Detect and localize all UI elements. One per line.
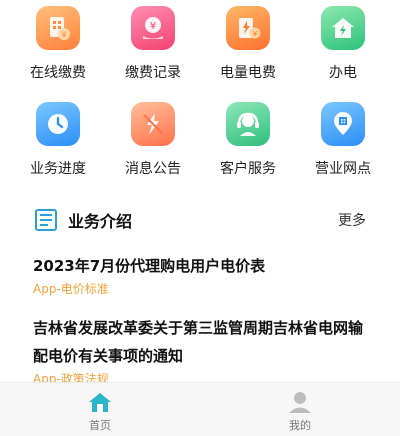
electricity-bill-icon: ¥ xyxy=(226,6,270,50)
service-label: 办电 xyxy=(329,65,357,81)
service-label: 客户服务 xyxy=(220,161,276,177)
service-customer-service[interactable]: 客户服务 xyxy=(198,102,298,194)
section-title: 业务介绍 xyxy=(68,212,133,231)
tab-label: 首页 xyxy=(89,419,111,432)
service-notice[interactable]: 消息公告 xyxy=(103,102,203,194)
house-power-icon xyxy=(321,6,365,50)
news-title: 吉林省发展改革委关于第三监管周期吉林省电网输配电价有关事项的通知 xyxy=(33,319,364,365)
tab-home[interactable]: 首页 xyxy=(0,383,200,436)
profile-icon xyxy=(289,392,311,413)
service-label: 在线缴费 xyxy=(30,65,86,81)
svg-text:¥: ¥ xyxy=(150,21,156,32)
payment-record-icon: ¥ xyxy=(131,6,175,50)
section-header: 业务介绍 更多 xyxy=(0,204,400,236)
location-pin-icon xyxy=(321,102,365,146)
service-electricity-bill[interactable]: ¥ 电量电费 xyxy=(198,6,298,98)
more-link[interactable]: 更多 xyxy=(338,210,366,230)
document-list-icon xyxy=(34,208,58,232)
svg-text:¥: ¥ xyxy=(61,31,66,40)
lightning-notice-icon xyxy=(131,102,175,146)
service-apply-power[interactable]: 办电 xyxy=(293,6,393,98)
service-business-progress[interactable]: 业务进度 xyxy=(8,102,108,194)
news-item[interactable]: 吉林省发展改革委关于第三监管周期吉林省电网输配电价有关事项的通知 App-政策法… xyxy=(33,314,373,388)
headset-service-icon xyxy=(226,102,270,146)
service-label: 缴费记录 xyxy=(125,65,181,81)
service-label: 业务进度 xyxy=(30,161,86,177)
service-label: 营业网点 xyxy=(315,161,371,177)
service-business-outlets[interactable]: 营业网点 xyxy=(293,102,393,194)
tab-profile[interactable]: 我的 xyxy=(200,383,400,436)
news-title: 2023年7月份代理购电用户电价表 xyxy=(33,257,266,275)
online-payment-icon: ¥ xyxy=(36,6,80,50)
clock-icon xyxy=(36,102,80,146)
home-icon xyxy=(89,393,111,412)
bottom-tab-bar: 首页 我的 xyxy=(0,382,400,436)
news-item[interactable]: 2023年7月份代理购电用户电价表 App-电价标准 xyxy=(33,252,373,298)
service-label: 消息公告 xyxy=(125,161,181,177)
news-tag: App-电价标准 xyxy=(33,282,109,296)
svg-text:¥: ¥ xyxy=(253,30,258,38)
service-label: 电量电费 xyxy=(220,65,276,81)
tab-label: 我的 xyxy=(289,419,311,432)
service-online-payment[interactable]: ¥ 在线缴费 xyxy=(8,6,108,98)
service-payment-record[interactable]: ¥ 缴费记录 xyxy=(103,6,203,98)
